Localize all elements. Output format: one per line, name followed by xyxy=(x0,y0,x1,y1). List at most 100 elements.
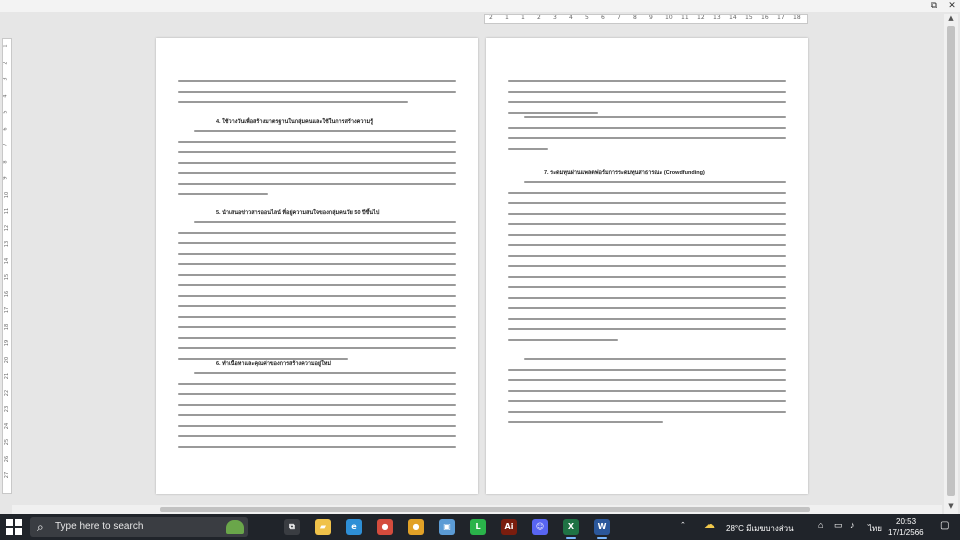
ruler-tick-label: 15 xyxy=(745,14,753,21)
ruler-tick-label: 1 xyxy=(2,44,9,48)
text-line xyxy=(178,193,268,195)
ruler-tick-label: 16 xyxy=(4,290,11,297)
restore-icon[interactable]: ⧉ xyxy=(924,0,944,12)
horizontal-scrollbar[interactable] xyxy=(12,505,942,514)
language-indicator[interactable]: ไทย xyxy=(868,522,882,535)
text-line xyxy=(178,242,456,244)
vertical-ruler[interactable]: 1 2 3 4 5 6 7 8 9 10 11 12 13 14 15 16 17 18 19 20 21 22 23 24 2… xyxy=(2,38,12,494)
text-line xyxy=(508,223,786,225)
ruler-tick-label: 15 xyxy=(4,273,11,281)
file-explorer-icon[interactable]: ▰ xyxy=(315,519,331,535)
text-line xyxy=(508,338,618,341)
ruler-tick-label: 24 xyxy=(4,422,11,429)
search-icon: ⌕ xyxy=(37,520,44,534)
ruler-tick-label: 27 xyxy=(4,471,11,479)
task-view-icon[interactable]: ⧉ xyxy=(284,519,300,535)
ruler-tick-label: 11 xyxy=(681,14,689,21)
text-line xyxy=(178,294,456,297)
text-line xyxy=(508,101,786,103)
text-line xyxy=(178,161,456,164)
chrome-icon[interactable]: ● xyxy=(377,519,393,535)
search-highlight-icon xyxy=(226,520,244,534)
text-line xyxy=(508,328,786,330)
ruler-tick-label: 17 xyxy=(4,306,11,314)
text-line xyxy=(508,410,786,413)
page-heading: 6. ทำเนื้อหาและคุณค่าของการสร้างความอยู่… xyxy=(216,361,332,367)
ruler-tick-label: 9 xyxy=(649,14,653,21)
ruler-tick-label: 2 xyxy=(489,14,493,21)
text-line xyxy=(508,317,786,320)
excel-icon[interactable]: X xyxy=(563,519,579,539)
vertical-scrollbar[interactable]: ▲ ▼ xyxy=(944,14,958,514)
illustrator-icon[interactable]: Ai xyxy=(501,519,517,535)
clock-date[interactable]: 17/1/2566 xyxy=(888,528,924,537)
search-placeholder: Type here to search xyxy=(55,521,144,532)
text-line xyxy=(178,357,348,360)
network-icon[interactable]: ▭ xyxy=(834,520,843,531)
weather-text[interactable]: 28°C มีเมฆบางส่วน xyxy=(726,522,794,535)
page-heading: 4. ใช้วางวันเพื่อสร้างมาตรฐานในกลุ่มคนแล… xyxy=(216,119,374,125)
word-icon[interactable]: W xyxy=(594,519,610,539)
text-line xyxy=(508,296,786,299)
text-line xyxy=(178,315,456,318)
text-line xyxy=(178,284,456,286)
text-line xyxy=(524,358,786,360)
text-line xyxy=(178,172,456,174)
text-line xyxy=(508,421,663,423)
ruler-tick-label: 6 xyxy=(601,14,605,21)
scroll-down-icon[interactable]: ▼ xyxy=(944,502,958,512)
scrollbar-thumb[interactable] xyxy=(160,507,810,512)
text-line xyxy=(508,265,786,267)
weather-icon[interactable]: ☁ xyxy=(704,518,715,531)
scroll-up-icon[interactable]: ▲ xyxy=(944,14,958,24)
ruler-tick-label: 14 xyxy=(4,257,11,264)
windows-start-button[interactable] xyxy=(6,519,22,535)
ruler-tick-label: 16 xyxy=(761,14,769,21)
text-line xyxy=(178,182,456,185)
ruler-tick-label: 17 xyxy=(777,14,785,21)
ruler-tick-label: 25 xyxy=(4,438,11,446)
text-line xyxy=(178,263,456,265)
ruler-tick-label: 10 xyxy=(4,191,11,198)
scrollbar-thumb[interactable] xyxy=(947,26,955,496)
text-line xyxy=(178,435,456,437)
discord-icon[interactable]: ☺ xyxy=(532,519,548,535)
text-line xyxy=(178,231,456,234)
ruler-tick-label: 1 xyxy=(521,14,525,21)
text-line xyxy=(508,400,786,402)
page-heading: 7. ระดมทุนผ่านแพลตฟอร์มการระดมทุนสาธารณะ… xyxy=(544,170,705,176)
ruler-tick-label: 8 xyxy=(633,14,637,21)
text-line xyxy=(508,90,786,93)
text-line xyxy=(194,130,456,132)
taskbar: ⌕ Type here to search ⧉ ▰ e ● ● ▣ L Ai ☺ X W ⌃ ☁ 2… xyxy=(0,514,960,540)
ruler-tick-label: 7 xyxy=(2,143,9,147)
document-page-left[interactable]: 4. ใช้วางวันเพื่อสร้างมาตรฐานในกลุ่มคนแล… xyxy=(156,38,478,494)
text-line xyxy=(508,307,786,309)
ruler-tick-label: 6 xyxy=(2,126,9,131)
horizontal-ruler[interactable]: 2 1 1 2 3 4 5 6 7 8 9 10 11 12 13 14 15 16 17 18 xyxy=(484,14,808,24)
window-top-bar: ⧉ ✕ xyxy=(0,0,960,12)
tray-overflow-icon[interactable]: ⌃ xyxy=(680,521,686,529)
document-page-right[interactable]: 7. ระดมทุนผ่านแพลตฟอร์มการระดมทุนสาธารณะ… xyxy=(486,38,808,494)
line-icon[interactable]: L xyxy=(470,519,486,535)
text-line xyxy=(178,326,456,328)
notification-icon[interactable]: ⌂ xyxy=(818,520,823,530)
clock-time[interactable]: 20:53 xyxy=(896,517,916,526)
action-center-icon[interactable]: ▢ xyxy=(940,520,949,531)
text-line xyxy=(178,393,456,395)
photos-icon[interactable]: ▣ xyxy=(439,519,455,535)
ruler-tick-label: 18 xyxy=(4,323,11,330)
close-icon[interactable]: ✕ xyxy=(942,0,960,12)
text-line xyxy=(178,273,456,276)
chrome-profile-icon[interactable]: ● xyxy=(408,519,424,535)
text-line xyxy=(508,191,786,194)
ruler-tick-label: 7 xyxy=(617,14,621,21)
volume-icon[interactable]: ♪ xyxy=(850,520,855,530)
taskbar-search-box[interactable]: ⌕ Type here to search xyxy=(30,517,248,537)
text-line xyxy=(178,140,456,143)
edge-icon[interactable]: e xyxy=(346,519,362,535)
text-line xyxy=(508,368,786,371)
text-line xyxy=(178,347,456,349)
ruler-tick-label: 3 xyxy=(2,77,9,81)
text-line xyxy=(524,181,786,183)
